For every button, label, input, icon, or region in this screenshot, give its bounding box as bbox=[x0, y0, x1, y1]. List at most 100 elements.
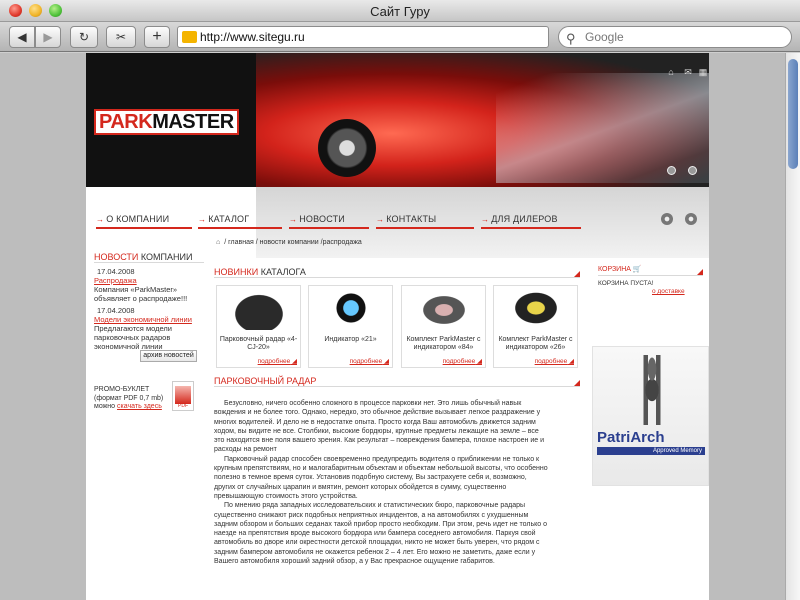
motion-blur-graphic bbox=[496, 73, 709, 183]
article-paragraph: По мнению ряда западных исследовательски… bbox=[214, 502, 548, 566]
product-title: Комплект ParkMaster с индикатором «84» bbox=[406, 336, 481, 351]
pdf-graphic bbox=[175, 386, 191, 404]
forward-arrow-icon: ▶ bbox=[43, 30, 53, 44]
web-page: PARKMASTER ⌂ ✉ ▦ → О КОМПАНИИ → КАТАЛОГ → Н… bbox=[86, 53, 709, 600]
product-image[interactable] bbox=[506, 290, 566, 330]
site-folder-icon bbox=[182, 31, 197, 43]
news-item: 17.04.2008 Распродажа Компания «ParkMast… bbox=[94, 267, 204, 303]
product-title: Парковочный радар «4-CJ-20» bbox=[219, 336, 298, 351]
nav-item-contacts[interactable]: → КОНТАКТЫ bbox=[376, 211, 474, 229]
search-field[interactable]: ⚲ Google bbox=[558, 26, 792, 48]
window-title: Сайт Гуру bbox=[370, 4, 430, 19]
delivery-link[interactable]: о доставке bbox=[652, 288, 685, 295]
reload-button[interactable]: ↻ bbox=[70, 26, 98, 48]
browser-viewport: PARKMASTER ⌂ ✉ ▦ → О КОМПАНИИ → КАТАЛОГ → Н… bbox=[0, 53, 785, 600]
patriarch-banner[interactable]: PatriArch Approved Memory bbox=[592, 346, 709, 486]
product-more-link[interactable]: подробнее ◢ bbox=[443, 357, 482, 365]
nav-label: НОВОСТИ bbox=[299, 214, 345, 224]
catalog-card[interactable]: Комплект ParkMaster с индикатором «26» п… bbox=[493, 285, 578, 368]
nav-item-news[interactable]: → НОВОСТИ bbox=[289, 211, 369, 229]
more-label: подробнее bbox=[257, 358, 291, 365]
add-bookmark-button[interactable]: + bbox=[144, 26, 170, 48]
corner-arrow-icon bbox=[697, 269, 703, 275]
arrow-icon: ◢ bbox=[569, 358, 574, 365]
promo-download-link[interactable]: скачать здесь bbox=[117, 403, 162, 410]
catalog-card[interactable]: Парковочный радар «4-CJ-20» подробнее ◢ bbox=[216, 285, 301, 368]
product-image[interactable] bbox=[229, 290, 289, 330]
nav-label: КАТАЛОГ bbox=[208, 214, 250, 224]
promo-format: (формат PDF 0,7 mb) bbox=[94, 394, 164, 402]
ad-brand: PatriArch bbox=[597, 429, 665, 446]
news-title-link[interactable]: Распродажа bbox=[94, 276, 137, 285]
back-button[interactable]: ◀ bbox=[9, 26, 35, 48]
bookmark-icon: ✂ bbox=[115, 30, 127, 44]
product-more-link[interactable]: подробнее ◢ bbox=[350, 357, 389, 365]
news-date: 17.04.2008 bbox=[97, 267, 135, 276]
mail-icon[interactable]: ✉ bbox=[683, 67, 693, 77]
scrollbar-thumb[interactable] bbox=[788, 59, 798, 169]
nav-label: О КОМПАНИИ bbox=[106, 214, 170, 224]
nav-item-dealers[interactable]: → ДЛЯ ДИЛЕРОВ bbox=[481, 211, 581, 229]
catalog-card[interactable]: Индикатор «21» подробнее ◢ bbox=[308, 285, 393, 368]
news-text: Предлагаются модели парковочных радаров … bbox=[94, 324, 172, 351]
parkmaster-logo[interactable]: PARKMASTER bbox=[94, 109, 239, 135]
arrow-icon: ◢ bbox=[292, 358, 297, 365]
search-placeholder: Google bbox=[585, 30, 624, 44]
nav-prev-button[interactable] bbox=[661, 213, 673, 225]
back-arrow-icon: ◀ bbox=[17, 30, 27, 44]
header-logo-panel: PARKMASTER bbox=[86, 53, 256, 187]
cart-empty-text: КОРЗИНА ПУСТА! bbox=[598, 280, 654, 287]
sitemap-icon[interactable]: ▦ bbox=[698, 67, 708, 77]
news-heading-red: НОВОСТИ bbox=[94, 252, 139, 262]
pdf-label: PDF bbox=[178, 403, 188, 409]
news-title-link[interactable]: Модели экономичной линии bbox=[94, 315, 192, 324]
product-more-link[interactable]: подробнее ◢ bbox=[258, 357, 297, 365]
nav-next-button[interactable] bbox=[685, 213, 697, 225]
breadcrumb-home-icon[interactable]: ⌂ bbox=[216, 239, 220, 246]
arrow-icon: ◢ bbox=[384, 358, 389, 365]
promo-booklet: PROMO-БУКЛЕТ (формат PDF 0,7 mb) можно с… bbox=[94, 386, 174, 412]
article-body: Безусловно, ничего особенно сложного в п… bbox=[214, 399, 549, 566]
catalog-card[interactable]: Комплект ParkMaster с индикатором «84» п… bbox=[401, 285, 486, 368]
article-paragraph: Парковочный радар способен своевременно … bbox=[214, 455, 548, 500]
main-nav: → О КОМПАНИИ → КАТАЛОГ → НОВОСТИ → КОНТАКТЫ … bbox=[86, 211, 709, 229]
catalog-heading: НОВИНКИ КАТАЛОГА bbox=[214, 267, 580, 278]
robot-graphic bbox=[631, 355, 673, 425]
pdf-icon[interactable]: PDF bbox=[172, 381, 194, 411]
vertical-scrollbar[interactable] bbox=[785, 53, 800, 600]
slide-prev-dot[interactable] bbox=[667, 166, 676, 175]
nav-item-catalog[interactable]: → КАТАЛОГ bbox=[198, 211, 282, 229]
corner-arrow-icon bbox=[574, 380, 580, 386]
nav-arrow-icon: → bbox=[481, 215, 490, 224]
nav-arrow-icon: → bbox=[96, 215, 105, 224]
cart-heading-text[interactable]: КОРЗИНА bbox=[598, 266, 631, 273]
bookmark-button[interactable]: ✂ bbox=[106, 26, 136, 48]
breadcrumb-text[interactable]: / главная / новости компании /распродажа bbox=[224, 239, 362, 246]
forward-button[interactable]: ▶ bbox=[35, 26, 61, 48]
promo-title: PROMO-БУКЛЕТ bbox=[94, 386, 150, 393]
nav-item-company[interactable]: → О КОМПАНИИ bbox=[96, 211, 192, 229]
home-icon[interactable]: ⌂ bbox=[666, 67, 676, 77]
article-heading-text: ПАРКОВОЧНЫЙ РАДАР bbox=[214, 376, 317, 386]
slide-next-dot[interactable] bbox=[688, 166, 697, 175]
header-car-photo bbox=[256, 53, 709, 187]
cart-heading: КОРЗИНА 🛒 bbox=[598, 265, 703, 276]
product-more-link[interactable]: подробнее ◢ bbox=[535, 357, 574, 365]
news-heading-dark: КОМПАНИИ bbox=[140, 252, 193, 262]
nav-label: ДЛЯ ДИЛЕРОВ bbox=[491, 214, 558, 224]
news-date: 17.04.2008 bbox=[97, 306, 135, 315]
car-wheel-graphic bbox=[318, 119, 376, 177]
product-image[interactable] bbox=[414, 290, 474, 330]
news-text: Компания «ParkMaster» объявляет о распро… bbox=[94, 285, 188, 303]
address-bar[interactable]: http://www.sitegu.ru bbox=[177, 26, 549, 48]
browser-toolbar: ◀ ▶ ↻ ✂ + http://www.sitegu.ru ⚲ Google bbox=[0, 22, 800, 52]
product-title: Индикатор «21» bbox=[324, 336, 377, 343]
address-text: http://www.sitegu.ru bbox=[200, 30, 305, 44]
product-image[interactable] bbox=[321, 290, 381, 330]
logo-text-master: MASTER bbox=[152, 111, 234, 133]
promo-can-text: можно bbox=[94, 403, 116, 410]
cart-icon[interactable]: 🛒 bbox=[633, 266, 642, 273]
news-archive-button[interactable]: архив новостей bbox=[140, 350, 197, 362]
corner-arrow-icon bbox=[574, 271, 580, 277]
product-title: Комплект ParkMaster с индикатором «26» bbox=[498, 336, 573, 351]
